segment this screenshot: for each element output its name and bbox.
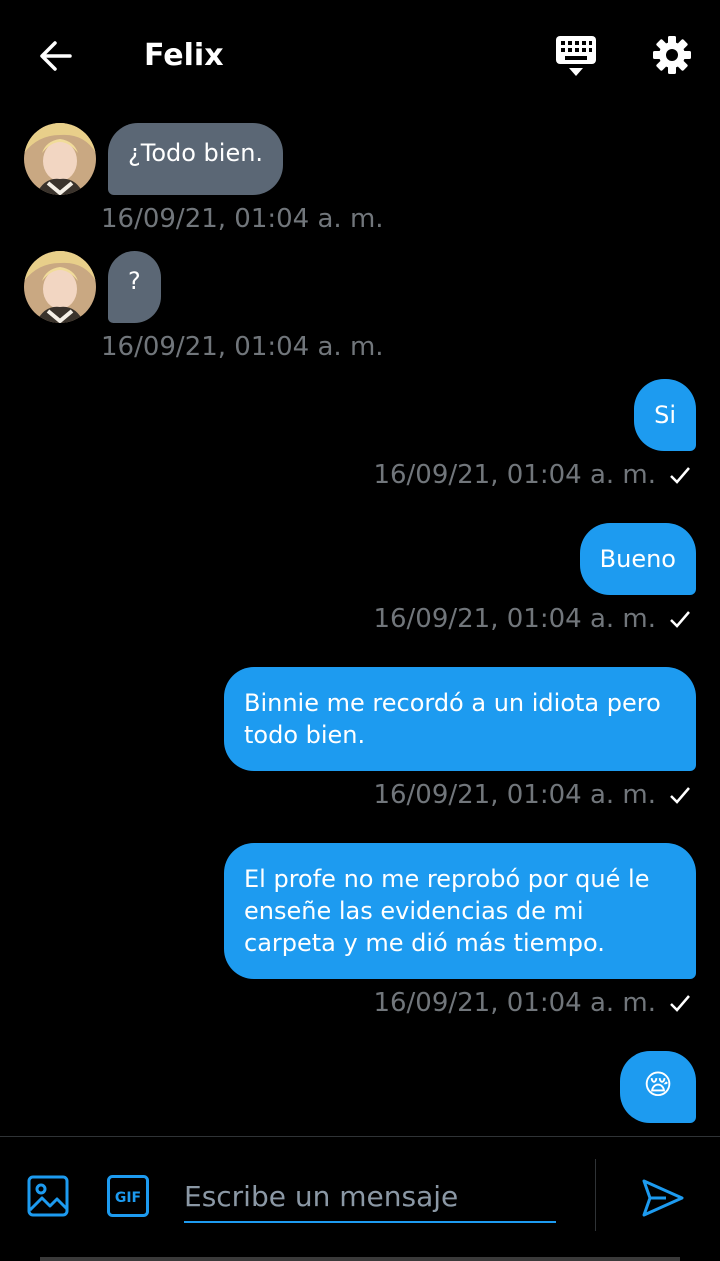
back-arrow-icon <box>40 41 72 71</box>
message-timestamp: 16/09/21, 01:04 a. m. <box>101 332 384 362</box>
message-meta: 16/09/21, 01:04 a. m. <box>373 458 692 492</box>
sent-check-icon <box>670 467 690 484</box>
settings-button[interactable] <box>648 31 696 79</box>
conversation-title: Felix <box>144 38 224 73</box>
message-timestamp: 16/09/21, 01:04 a. m. <box>373 460 656 490</box>
send-icon <box>642 1179 684 1217</box>
keyboard-icon <box>556 36 596 76</box>
add-gif-button[interactable]: GIF <box>106 1174 150 1218</box>
back-button[interactable] <box>34 34 78 78</box>
chat-header: Felix <box>0 0 720 110</box>
message-bubble-outgoing[interactable]: Si <box>634 379 696 451</box>
message-bubble-outgoing[interactable]: El profe no me reprobó por qué le enseñe… <box>224 843 696 979</box>
sent-check-icon <box>670 995 690 1012</box>
message-timestamp: 16/09/21, 01:04 a. m. <box>373 604 656 634</box>
avatar-image <box>24 251 96 323</box>
message-bubble-outgoing[interactable]: 😪 <box>620 1051 696 1123</box>
message-meta: 16/09/21, 01:04 a. m. <box>373 778 692 812</box>
add-photo-button[interactable] <box>26 1174 70 1218</box>
message-bubble-outgoing[interactable]: Binnie me recordó a un idiota pero todo … <box>224 667 696 771</box>
message-timestamp: 16/09/21, 01:04 a. m. <box>373 988 656 1018</box>
avatar-image <box>24 123 96 195</box>
image-icon <box>27 1175 69 1217</box>
keyboard-shortcuts-button[interactable] <box>552 32 600 80</box>
send-button[interactable] <box>640 1175 686 1221</box>
message-composer: GIF <box>0 1136 720 1261</box>
contact-avatar[interactable] <box>24 123 96 195</box>
gear-icon <box>653 36 691 74</box>
sent-check-icon <box>670 787 690 804</box>
bottom-strip <box>40 1257 680 1261</box>
message-bubble-outgoing[interactable]: Bueno <box>579 523 696 595</box>
message-meta: 16/09/21, 01:04 a. m. <box>373 602 692 636</box>
message-meta: 16/09/21, 01:04 a. m. <box>373 986 692 1020</box>
message-input[interactable] <box>184 1171 556 1223</box>
svg-text:GIF: GIF <box>115 1190 141 1206</box>
message-timestamp: 16/09/21, 01:04 a. m. <box>373 780 656 810</box>
message-timestamp: 16/09/21, 01:04 a. m. <box>101 204 384 234</box>
gif-icon: GIF <box>107 1175 149 1217</box>
contact-avatar[interactable] <box>24 251 96 323</box>
sent-check-icon <box>670 611 690 628</box>
composer-divider <box>595 1159 596 1231</box>
message-bubble-incoming[interactable]: ¿Todo bien. <box>108 123 284 195</box>
message-bubble-incoming[interactable]: ? <box>108 251 161 323</box>
